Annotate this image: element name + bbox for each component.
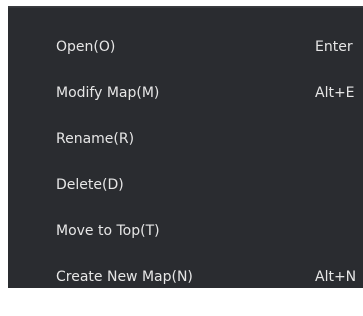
- menu-item-label: Open(O): [56, 39, 116, 55]
- menu-item-create-new-map[interactable]: Create New Map(N) Alt+N: [8, 254, 363, 288]
- menu-item-shortcut: Alt+E: [315, 85, 355, 101]
- menu-item-label: Delete(D): [56, 177, 124, 193]
- context-menu: Open(O) Enter Modify Map(M) Alt+E Rename…: [8, 6, 363, 288]
- menu-item-delete[interactable]: Delete(D): [8, 162, 363, 208]
- menu-item-label: Move to Top(T): [56, 223, 160, 239]
- menu-item-shortcut: Alt+N: [315, 269, 357, 285]
- menu-item-open[interactable]: Open(O) Enter: [8, 24, 363, 70]
- menu-item-modify-map[interactable]: Modify Map(M) Alt+E: [8, 70, 363, 116]
- menu-item-move-to-top[interactable]: Move to Top(T): [8, 208, 363, 254]
- menu-item-label: Rename(R): [56, 131, 135, 147]
- screen: Open(O) Enter Modify Map(M) Alt+E Rename…: [0, 0, 363, 316]
- menu-item-label: Create New Map(N): [56, 269, 193, 285]
- menu-item-shortcut: Enter: [315, 39, 353, 55]
- menu-item-rename[interactable]: Rename(R): [8, 116, 363, 162]
- menu-top-border: [8, 7, 363, 8]
- menu-item-label: Modify Map(M): [56, 85, 160, 101]
